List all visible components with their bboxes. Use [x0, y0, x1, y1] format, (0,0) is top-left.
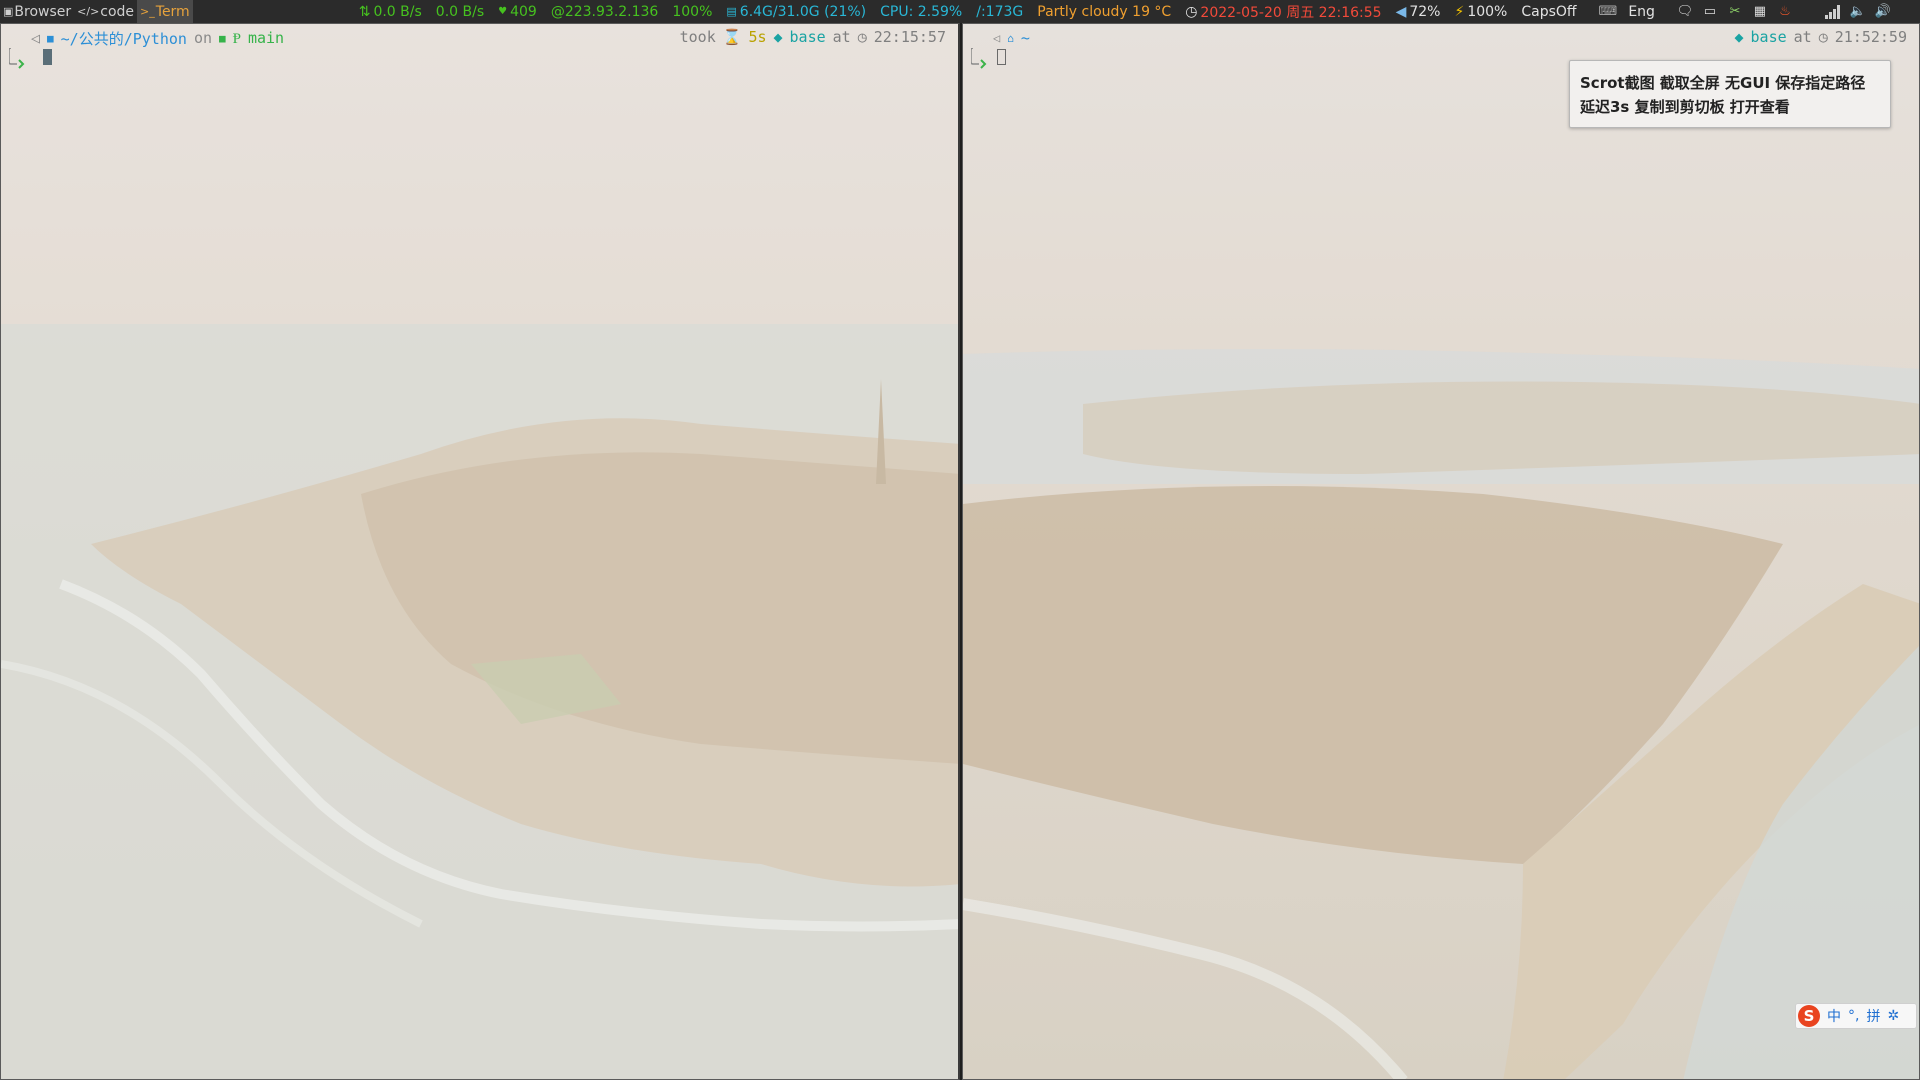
clock-icon: ◷ — [857, 28, 867, 46]
terminal-workspace-icon: >_ — [140, 5, 155, 18]
brightness-value: 100% — [672, 3, 713, 20]
lightning-icon: ⚡ — [1454, 3, 1465, 20]
prompt-arrow-icon: ◁ — [31, 29, 41, 47]
memory-usage[interactable]: ▤ 6.4G/31.0G (21%) — [726, 4, 866, 20]
ip-value: @223.93.2.136 — [550, 3, 659, 20]
net-up-value: 0.0 B/s — [373, 3, 422, 20]
weather[interactable]: Partly cloudy 19 °C — [1037, 4, 1171, 20]
workspace-label: code — [100, 3, 135, 20]
workspace-browser[interactable]: ▣ Browser — [0, 0, 74, 23]
net-down-value: 0.0 B/s — [435, 3, 485, 20]
notification-line-2: 延迟3s 复制到剪切板 打开查看 — [1580, 98, 1790, 116]
git-branch-icon: Ᵽ — [232, 28, 241, 47]
conda-env-name: base — [789, 28, 826, 46]
flame-app-icon[interactable]: ♨ — [1776, 4, 1794, 20]
workspace-label: Browser — [14, 3, 72, 20]
clock[interactable]: ◷ 2022-05-20 周五 22:16:55 — [1185, 2, 1381, 22]
hourglass-icon: ⌛ — [722, 28, 742, 46]
speaker-icon[interactable]: 🔈 — [1849, 4, 1867, 20]
clock-icon: ◷ — [1185, 3, 1198, 20]
top-status-bar: ▣ Browser </> code >_ Term ⇅ 0.0 B/s 0.0… — [0, 0, 1920, 23]
settings-gear-icon[interactable]: ✲ — [1887, 1008, 1899, 1024]
updates-value: 409 — [510, 3, 537, 20]
wallpaper-right — [963, 24, 1919, 1079]
at-label: at — [1793, 28, 1812, 46]
ip-address[interactable]: @223.93.2.136 — [551, 4, 659, 20]
memory-chip-icon: ▤ — [726, 5, 737, 18]
up-down-arrows-icon: ⇅ — [358, 3, 371, 20]
terminal-pane-right[interactable]: ◁ ⌂ ~ ◆ base at ◷ 21:52:59 — [962, 23, 1920, 1080]
chat-icon[interactable]: 🗨 — [1676, 4, 1694, 20]
network-speed[interactable]: ⇅ 0.0 B/s 0.0 B/s — [359, 4, 484, 20]
conda-env-icon: ◆ — [773, 28, 783, 46]
speaker-icon: ◀ — [1395, 3, 1407, 20]
folder-icon: ■ — [47, 31, 54, 45]
code-workspace-icon: </> — [77, 5, 100, 18]
datetime-value: 2022-05-20 周五 22:16:55 — [1200, 4, 1382, 21]
keyboard-lang-value: Eng — [1628, 3, 1655, 20]
wallpaper-left — [1, 24, 958, 1079]
at-label: at — [832, 28, 851, 46]
command-duration: 5s — [748, 28, 767, 46]
memory-value: 6.4G/31.0G (21%) — [739, 3, 867, 20]
current-directory: ~ — [1020, 29, 1030, 47]
shell-prompt: ◁ ⌂ ~ ◆ base at ◷ 21:52:59 — [971, 28, 1907, 48]
weather-value: Partly cloudy 19 °C — [1037, 3, 1172, 20]
shell-prompt: ◁ ■ ~/公共的/Python on ■ Ᵽ main took ⌛ 5s ◆… — [9, 28, 946, 48]
terminal-pane-left[interactable]: ◁ ■ ~/公共的/Python on ■ Ᵽ main took ⌛ 5s ◆… — [0, 23, 960, 1080]
cpu-usage[interactable]: CPU: 2.59% — [880, 4, 962, 20]
capslock-value: CapsOff — [1521, 3, 1577, 20]
workspace-label: Term — [155, 3, 190, 20]
battery[interactable]: ⚡ 100% — [1454, 4, 1507, 20]
cpu-value: CPU: 2.59% — [880, 3, 963, 20]
text-cursor — [43, 49, 52, 65]
volume-icon[interactable]: 🔊 — [1874, 4, 1892, 20]
notification-line-1: Scrot截图 截取全屏 无GUI 保存指定路径 — [1580, 74, 1866, 92]
sogou-logo-icon[interactable]: S — [1798, 1005, 1820, 1027]
home-icon: ⌂ — [1007, 31, 1014, 45]
volume-value: 72% — [1409, 3, 1441, 20]
input-method-toolbar[interactable]: S 中 °, 拼 ✲ — [1795, 1003, 1917, 1029]
text-cursor — [997, 49, 1006, 65]
prompt-connector-icon — [971, 48, 987, 69]
desktop-notification[interactable]: Scrot截图 截取全屏 无GUI 保存指定路径 延迟3s 复制到剪切板 打开查… — [1569, 60, 1891, 128]
workspace-term[interactable]: >_ Term — [137, 0, 193, 23]
signal-icon[interactable] — [1824, 4, 1842, 20]
took-label: took — [679, 28, 716, 46]
capslock-indicator[interactable]: CapsOff — [1521, 4, 1576, 20]
browser-workspace-icon: ▣ — [3, 5, 14, 18]
git-branch-name: main — [247, 29, 285, 47]
disk-value: /:173G — [976, 3, 1024, 20]
prompt-arrow-icon: ◁ — [993, 31, 1001, 45]
keyboard-layout[interactable]: ⌨ Eng — [1599, 4, 1655, 20]
punctuation-toggle[interactable]: °, — [1848, 1008, 1859, 1024]
system-tray: 🗨 ▭ ✂ ▦ ♨ 🔈 🔊 — [1669, 4, 1892, 20]
conda-env-icon: ◆ — [1734, 28, 1744, 46]
heart-icon: ♥ — [498, 6, 508, 17]
current-directory: ~/公共的/Python — [60, 29, 187, 48]
crossed-tools-icon[interactable]: ✂ — [1726, 4, 1744, 20]
laptop-icon[interactable]: ▭ — [1701, 4, 1719, 20]
battery-value: 100% — [1467, 3, 1508, 20]
conda-env-name: base — [1750, 28, 1787, 46]
workspace-code[interactable]: </> code — [74, 0, 137, 23]
updates-count[interactable]: ♥ 409 — [498, 4, 537, 20]
keyboard-icon: ⌨ — [1598, 4, 1618, 19]
prompt-connector-icon — [9, 48, 25, 69]
git-repo-icon: ■ — [219, 31, 226, 45]
on-label: on — [193, 29, 212, 47]
chinese-mode-toggle[interactable]: 中 — [1827, 1006, 1841, 1026]
prompt-time: 21:52:59 — [1834, 28, 1907, 46]
disk-usage[interactable]: /:173G — [976, 4, 1023, 20]
pinyin-toggle[interactable]: 拼 — [1866, 1006, 1880, 1026]
brightness[interactable]: 100% — [672, 4, 712, 20]
calculator-icon[interactable]: ▦ — [1751, 4, 1769, 20]
volume[interactable]: ◀ 72% — [1396, 4, 1441, 20]
clock-icon: ◷ — [1818, 28, 1828, 46]
prompt-time: 22:15:57 — [873, 28, 946, 46]
